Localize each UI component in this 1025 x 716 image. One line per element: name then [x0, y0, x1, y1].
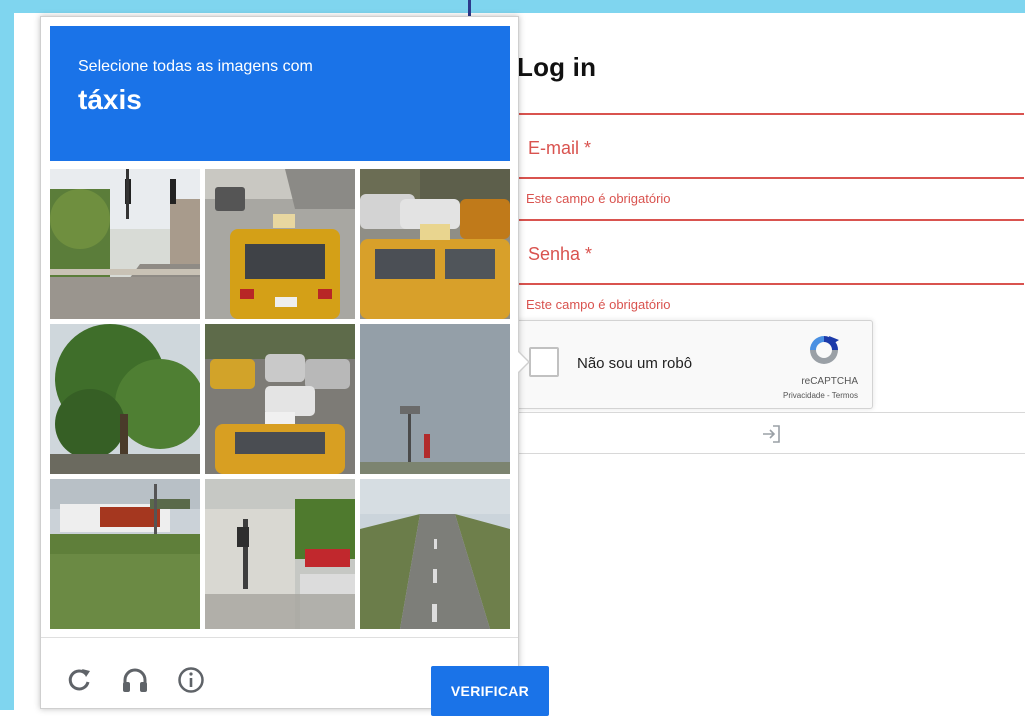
info-icon[interactable] [176, 665, 206, 695]
left-border-band [0, 0, 14, 710]
email-error-message: Este campo é obrigatório [526, 191, 671, 206]
challenge-tile-6[interactable] [360, 324, 510, 474]
challenge-tile-8[interactable] [205, 479, 355, 629]
challenge-tile-5[interactable] [205, 324, 355, 474]
email-field-label: E-mail * [528, 138, 592, 158]
image-challenge-popup: Selecione todas as imagens com táxis VER… [40, 16, 549, 716]
recaptcha-logo-icon [810, 336, 839, 364]
top-border-band [0, 0, 1025, 13]
challenge-tile-1[interactable] [50, 169, 200, 319]
recaptcha-checkbox-label: Não sou um robô [577, 355, 693, 372]
recaptcha-brand: reCAPTCHA [801, 376, 858, 387]
page-title: Log in [517, 52, 597, 82]
password-field[interactable]: Senha * [512, 219, 1024, 285]
recaptcha-privacy-terms-links[interactable]: Privacidade - Termos [783, 391, 858, 400]
login-submit-button[interactable] [512, 412, 1025, 454]
audio-headphones-icon[interactable] [120, 665, 150, 695]
recaptcha-checkbox[interactable] [529, 347, 559, 377]
verify-button[interactable]: VERIFICAR [431, 666, 549, 716]
challenge-tile-4[interactable] [50, 324, 200, 474]
password-error-message: Este campo é obrigatório [526, 297, 671, 312]
password-field-label: Senha * [528, 244, 593, 264]
login-arrow-icon [763, 425, 780, 443]
email-field[interactable]: E-mail * [512, 113, 1024, 179]
challenge-target-word: táxis [78, 84, 142, 115]
challenge-footer-divider [41, 637, 518, 638]
challenge-tile-2[interactable] [205, 169, 355, 319]
challenge-tile-7[interactable] [50, 479, 200, 629]
challenge-tile-3[interactable] [360, 169, 510, 319]
challenge-instruction: Selecione todas as imagens com [78, 58, 313, 75]
challenge-header: Selecione todas as imagens com táxis [50, 26, 510, 161]
reload-icon[interactable] [64, 665, 94, 695]
challenge-tile-9[interactable] [360, 479, 510, 629]
recaptcha-widget: Não sou um robô reCAPTCHA Privacidade - … [512, 320, 873, 409]
